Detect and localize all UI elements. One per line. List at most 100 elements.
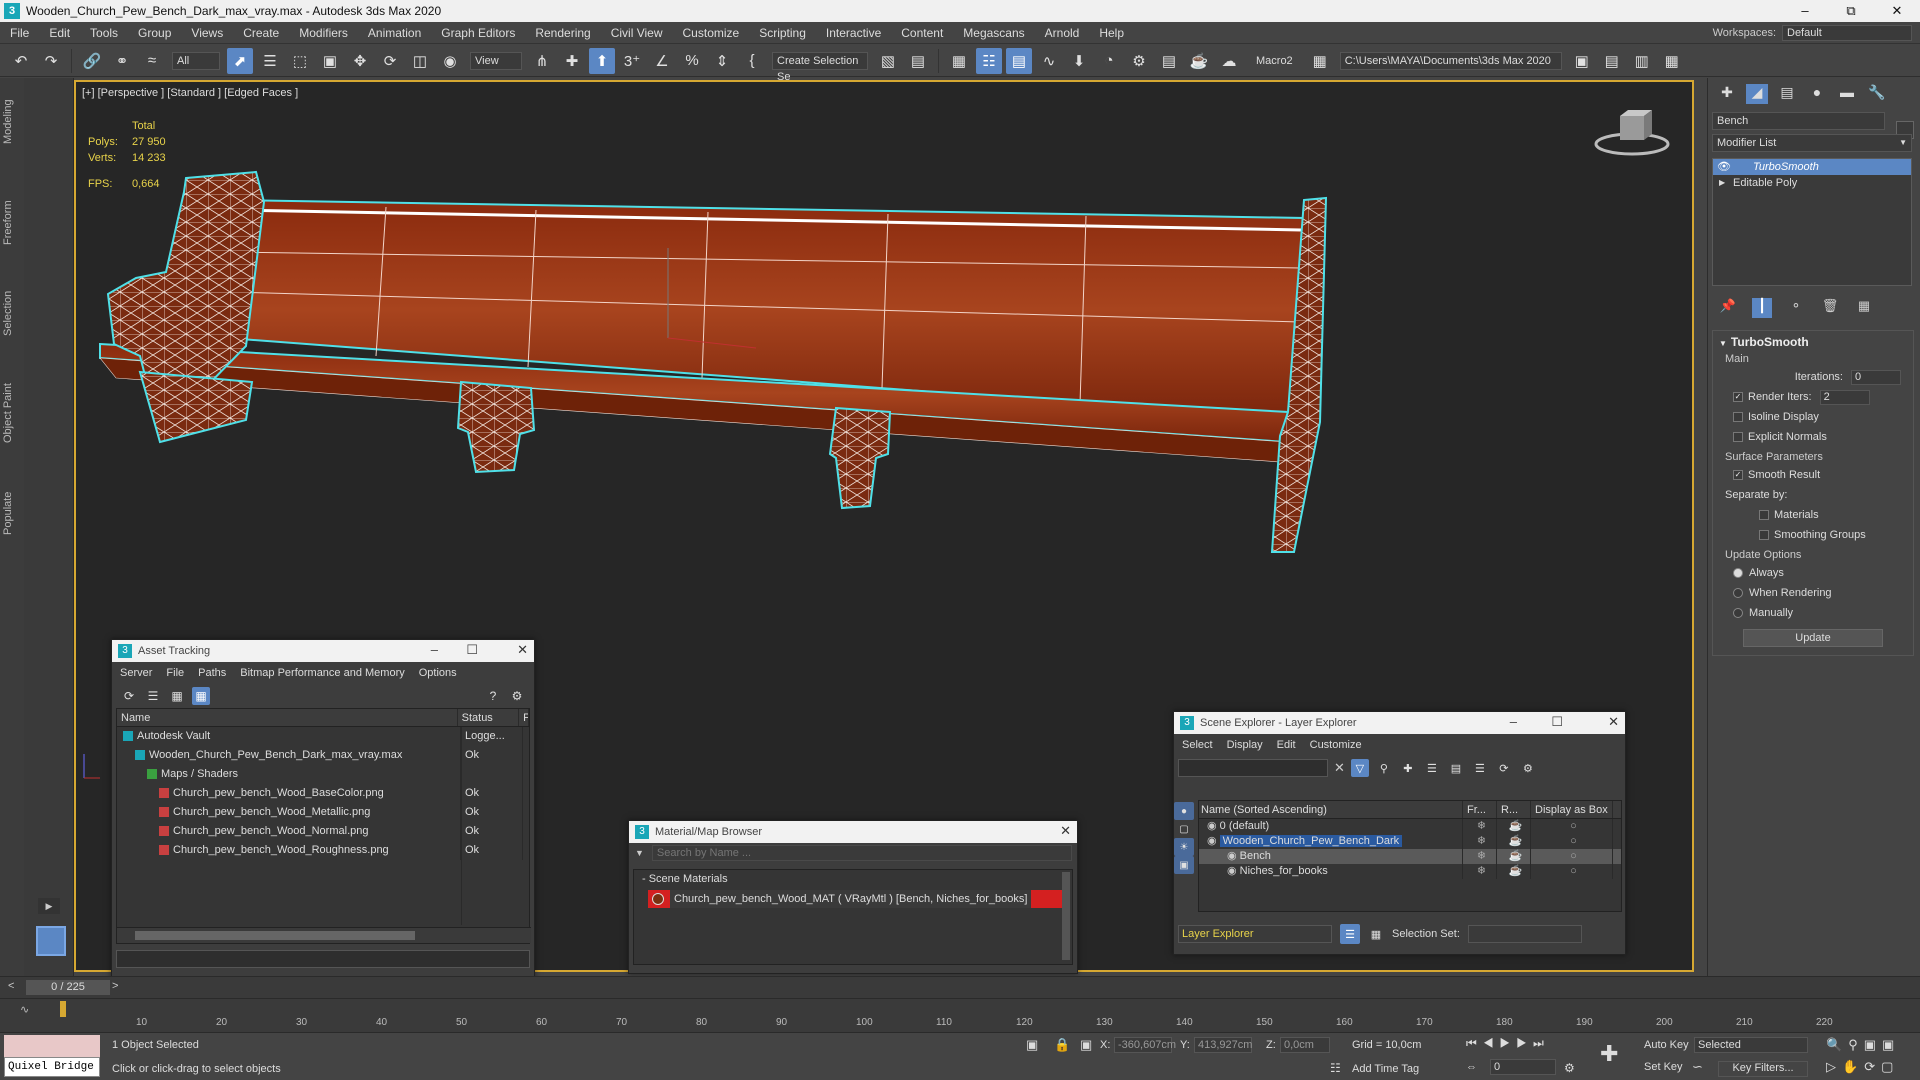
orbit-icon[interactable]: ⟳ (1864, 1059, 1881, 1074)
curve-editor-icon[interactable]: ∿ (1036, 48, 1062, 74)
menu-civil-view[interactable]: Civil View (601, 26, 673, 40)
scene-search-input[interactable] (1178, 759, 1328, 777)
minimize-icon[interactable]: – (1510, 714, 1517, 729)
go-to-end-icon[interactable]: ⏭ (1533, 1036, 1550, 1050)
pan-icon[interactable]: ✋ (1842, 1059, 1864, 1074)
minimize-icon[interactable]: – (431, 642, 438, 657)
material-browser-titlebar[interactable]: 3 Material/Map Browser ✕ (629, 821, 1077, 843)
project-path-dropdown[interactable]: C:\Users\MAYA\Documents\3ds Max 2020 (1339, 51, 1562, 70)
tab-modeling[interactable]: Modeling (2, 92, 22, 152)
play-icon[interactable]: ▶ (1500, 1036, 1517, 1050)
select-object-icon[interactable]: ⬈ (227, 47, 253, 74)
menu-megascans[interactable]: Megascans (953, 26, 1034, 40)
menu-file[interactable]: File (0, 26, 39, 40)
settings-icon[interactable]: ⚙ (508, 687, 526, 705)
visibility-icon[interactable]: ◉ (1227, 865, 1240, 877)
time-slider[interactable]: < 0 / 225 > (0, 976, 1920, 998)
table-row[interactable]: Maps / Shaders (117, 765, 529, 784)
tree-row[interactable]: ◉ Bench ❄ ☕ ○ (1199, 849, 1621, 864)
clear-search-icon[interactable]: ✕ (1334, 760, 1345, 776)
field-of-view-icon[interactable]: ▷ (1826, 1059, 1842, 1074)
pivot-icon[interactable]: ⋔ (529, 48, 555, 74)
display-as-box-icon[interactable]: ○ (1531, 834, 1613, 849)
keyboard-shortcut-override-icon[interactable]: ⬆ (589, 47, 615, 74)
align-icon[interactable]: ▤ (905, 48, 931, 74)
object-name-field[interactable]: Bench (1712, 112, 1885, 130)
layer-settings-icon[interactable]: ▦ (1368, 924, 1384, 944)
link-icon[interactable]: 🔗 (79, 48, 105, 74)
display-objects-icon[interactable]: ● (1174, 802, 1194, 820)
render-icon[interactable]: ☕ (1497, 864, 1531, 879)
set-key-button[interactable]: Set Key (1644, 1061, 1683, 1073)
explicit-normals-checkbox[interactable] (1733, 432, 1743, 442)
reference-coord-dropdown[interactable]: View (470, 51, 522, 70)
snaps-toggle-icon[interactable]: 3⁺ (619, 48, 645, 74)
zoom-extents-all-icon[interactable]: ▣ (1882, 1037, 1900, 1052)
material-editor-icon[interactable]: ◔ (1096, 48, 1122, 74)
minimize-button[interactable]: – (1782, 0, 1828, 22)
edit-named-selection-icon[interactable]: { (739, 48, 765, 74)
rendered-frame-window-icon[interactable]: ▤ (1156, 48, 1182, 74)
chevron-down-icon[interactable]: ▼ (635, 848, 644, 858)
layers-icon[interactable]: ☰ (1471, 759, 1489, 777)
selection-lock-icon[interactable]: 🔒 (1054, 1037, 1070, 1053)
menu-edit[interactable]: Edit (39, 26, 80, 40)
stack-item-turbosmooth[interactable]: 👁 TurboSmooth (1713, 159, 1911, 175)
modify-tab-icon[interactable]: ◢ (1746, 84, 1768, 104)
next-frame-icon[interactable]: > (112, 980, 118, 992)
menu-scripting[interactable]: Scripting (749, 26, 816, 40)
asset-menu-paths[interactable]: Paths (198, 667, 226, 679)
y-coordinate[interactable]: 413,927cm (1194, 1037, 1252, 1053)
scene-menu-select[interactable]: Select (1182, 739, 1213, 751)
auto-key-button[interactable]: Auto Key (1644, 1039, 1689, 1051)
maximize-viewport-icon[interactable]: ▢ (1881, 1059, 1899, 1074)
close-icon[interactable]: ✕ (1060, 823, 1071, 839)
go-to-start-icon[interactable]: ⏮ (1466, 1036, 1483, 1050)
play-icon[interactable]: ▶ (38, 898, 60, 914)
asset-menu-bitmap-performance-and-memory[interactable]: Bitmap Performance and Memory (240, 667, 404, 679)
iterations-spinner[interactable]: 0 (1851, 369, 1901, 385)
zoom-icon[interactable]: 🔍 (1826, 1037, 1848, 1052)
display-as-box-icon[interactable]: ○ (1531, 864, 1613, 879)
create-selection-set-dropdown[interactable]: Create Selection Se (772, 51, 868, 83)
macro-label[interactable]: Macro2 (1256, 55, 1293, 67)
isoline-checkbox[interactable] (1733, 412, 1743, 422)
table-view-icon[interactable]: ▦ (192, 687, 210, 705)
project-open-icon[interactable]: ▥ (1629, 48, 1655, 74)
menu-animation[interactable]: Animation (358, 26, 431, 40)
display-cameras-icon[interactable]: ▣ (1174, 856, 1194, 874)
column-display-as-box[interactable]: Display as Box (1531, 801, 1613, 818)
key-selection-dropdown[interactable]: Selected (1694, 1037, 1808, 1053)
spinner-snap-icon[interactable]: ⇕ (709, 48, 735, 74)
show-end-result-icon[interactable]: ┃ (1752, 298, 1772, 318)
visibility-icon[interactable]: ◉ (1207, 835, 1220, 847)
asset-path-field[interactable] (116, 950, 530, 968)
menu-views[interactable]: Views (181, 26, 233, 40)
schematic-view-icon[interactable]: ⬇ (1066, 48, 1092, 74)
render-production-icon[interactable]: ☕ (1186, 48, 1212, 74)
rect-selection-icon[interactable]: ⬚ (287, 48, 313, 74)
close-button[interactable]: ✕ (1874, 0, 1920, 22)
scene-menu-edit[interactable]: Edit (1277, 739, 1296, 751)
time-config-icon[interactable]: ⚙ (1564, 1061, 1575, 1075)
unlink-icon[interactable]: ⚭ (109, 48, 135, 74)
isolate-selection-icon[interactable]: ▣ (1026, 1037, 1038, 1053)
remove-modifier-icon[interactable]: 🗑 (1820, 298, 1840, 318)
scene-menu-customize[interactable]: Customize (1310, 739, 1362, 751)
percent-snap-icon[interactable]: % (679, 48, 705, 74)
window-crossing-icon[interactable]: ▣ (317, 48, 343, 74)
move-icon[interactable]: ✥ (347, 48, 373, 74)
menu-modifiers[interactable]: Modifiers (289, 26, 358, 40)
column-render[interactable]: R... (1497, 801, 1531, 818)
toggle-ribbon-icon[interactable]: ▤ (1006, 47, 1032, 74)
quixel-bridge-field[interactable]: Quixel Bridge (4, 1057, 100, 1077)
update-button[interactable]: Update (1743, 629, 1883, 647)
render-icon[interactable]: ☕ (1497, 834, 1531, 849)
smoothing-groups-checkbox[interactable] (1759, 530, 1769, 540)
placement-icon[interactable]: ◉ (437, 48, 463, 74)
track-bar[interactable]: ∿ 10 20 30 40 50 60 70 80 90 100 110 120 130 140 150 16… (0, 998, 1920, 1032)
undo-icon[interactable]: ↶ (8, 48, 34, 74)
bind-spacewarp-icon[interactable]: ≈ (139, 48, 165, 74)
sync-icon[interactable]: ⟳ (1495, 759, 1513, 777)
scene-explorer-titlebar[interactable]: 3 Scene Explorer - Layer Explorer – ☐ ✕ (1174, 712, 1625, 734)
